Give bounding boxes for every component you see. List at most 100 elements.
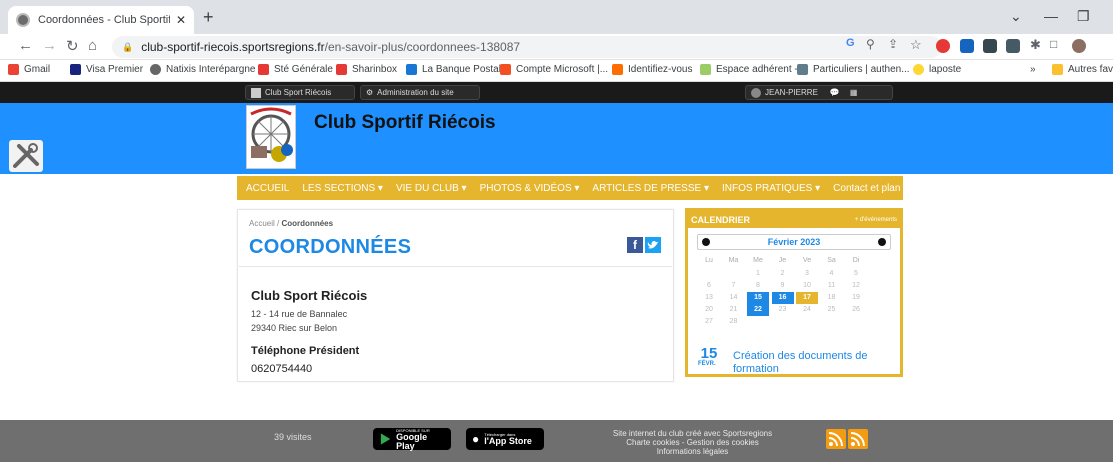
bookmark-star-icon[interactable]: ☆ (910, 37, 922, 53)
google-lens-icon[interactable]: G (846, 37, 855, 49)
credit-cookies[interactable]: Charte cookies - Gestion des cookies (560, 438, 825, 447)
credit-sportsregions[interactable]: Site internet du club créé avec Sportsre… (560, 429, 825, 438)
next-month-icon[interactable] (878, 238, 886, 246)
profile-avatar[interactable] (1072, 39, 1086, 53)
side-panel-icon[interactable]: □ (1050, 37, 1057, 51)
rss-feed-icon[interactable] (848, 429, 868, 449)
bookmark-visa[interactable]: Visa Premier (70, 64, 143, 75)
tab-search-icon[interactable]: ⌄ (1010, 8, 1022, 25)
site-home-link[interactable]: Club Sport Riécois (245, 85, 355, 100)
credit-legal[interactable]: Informations légales (560, 447, 825, 456)
calendar-day[interactable]: 24 (796, 304, 818, 316)
prev-month-icon[interactable] (702, 238, 710, 246)
browser-tab[interactable]: Coordonnées - Club Sportif Riéco ✕ (8, 6, 194, 34)
minimize-icon[interactable]: — (1044, 8, 1058, 24)
calendar-day[interactable]: 15 (747, 292, 769, 304)
calendar-day[interactable]: 7 (723, 280, 745, 292)
club-logo[interactable] (246, 105, 296, 169)
user-menu[interactable]: JEAN-PIERRE 💬 ▦ (745, 85, 893, 100)
opera-extension-icon[interactable] (936, 39, 950, 53)
club-logo-image (250, 107, 293, 162)
url-field[interactable]: 🔒 club-sportif-riecois.sportsregions.fr /… (112, 36, 942, 58)
menu-item-infos-pratiques[interactable]: INFOS PRATIQUES ▾ (722, 183, 820, 194)
calendar-day[interactable]: 6 (698, 280, 720, 292)
rss-icon[interactable] (826, 429, 846, 449)
calendar-icon[interactable]: ▦ (850, 88, 858, 97)
extension-badge-icon[interactable] (1006, 39, 1020, 53)
more-events-link[interactable]: + d'événements (855, 217, 897, 223)
calendar-day[interactable]: 21 (723, 304, 745, 316)
bookmark-sharinbox[interactable]: Sharinbox (336, 64, 397, 75)
bookmark-gmail[interactable]: Gmail (8, 64, 50, 75)
menu-item-photos-videos[interactable]: PHOTOS & VIDÉOS ▾ (480, 183, 580, 194)
calendar-day[interactable]: 20 (698, 304, 720, 316)
admin-link[interactable]: ⚙ Administration du site (360, 85, 480, 100)
new-tab-icon[interactable]: + (203, 7, 214, 28)
bookmark-espace-adherent[interactable]: Espace adhérent -... (700, 64, 806, 75)
calendar-day[interactable]: 3 (796, 268, 818, 280)
menu-item-sections[interactable]: LES SECTIONS ▾ (302, 183, 383, 194)
forward-icon[interactable]: → (42, 37, 57, 54)
menu-item-accueil[interactable]: ACCUEIL (246, 183, 289, 194)
restore-icon[interactable]: ❐ (1077, 8, 1090, 25)
twitter-icon[interactable] (645, 237, 661, 253)
calendar-day[interactable]: 22 (747, 304, 769, 316)
calendar-day[interactable]: 26 (845, 304, 867, 316)
current-month: Février 2023 (767, 237, 821, 247)
share-icon[interactable]: ⇪ (888, 37, 898, 51)
extension-dark-icon[interactable] (983, 39, 997, 53)
back-icon[interactable]: ← (18, 37, 33, 54)
calendar-day[interactable]: 13 (698, 292, 720, 304)
menu-item-articles-presse[interactable]: ARTICLES DE PRESSE ▾ (592, 183, 709, 194)
calendar-day[interactable]: 11 (821, 280, 843, 292)
facebook-icon[interactable]: f (627, 237, 643, 253)
calendar-day[interactable]: 9 (772, 280, 794, 292)
calendar-day[interactable]: 2 (772, 268, 794, 280)
calendar-day[interactable]: 14 (723, 292, 745, 304)
calendar-day[interactable]: 12 (845, 280, 867, 292)
tab-title: Coordonnées - Club Sportif Riéco (38, 14, 170, 26)
calendar-day[interactable]: 27 (698, 316, 720, 328)
home-icon[interactable]: ⌂ (88, 37, 97, 54)
bookmark-banque-postale[interactable]: La Banque Postale (406, 64, 507, 75)
calendar-day[interactable]: 28 (723, 316, 745, 328)
calendar-day[interactable]: 1 (747, 268, 769, 280)
calendar-day[interactable]: 17 (796, 292, 818, 304)
tools-icon[interactable] (9, 140, 43, 172)
calendar-day[interactable]: 8 (747, 280, 769, 292)
reload-icon[interactable]: ↻ (66, 37, 79, 55)
menu-item-contact[interactable]: Contact et plan (833, 183, 900, 194)
extensions-puzzle-icon[interactable]: ✱ (1030, 37, 1041, 53)
address-line-2: 29340 Riec sur Belon (251, 323, 338, 333)
breadcrumb-home[interactable]: Accueil (249, 219, 275, 228)
bookmark-identifiez[interactable]: Identifiez-vous (612, 64, 692, 75)
calendar-day[interactable]: 4 (821, 268, 843, 280)
chat-icon[interactable]: 💬 (830, 88, 840, 97)
extension-blue-icon[interactable] (960, 39, 974, 53)
calendar-day[interactable]: 5 (845, 268, 867, 280)
bookmark-particuliers[interactable]: Particuliers | authen... (797, 64, 910, 75)
bookmark-folder-autres[interactable]: Autres favo (1052, 64, 1113, 75)
bookmark-sg[interactable]: Sté Générale (258, 64, 333, 75)
calendar-day[interactable]: 25 (821, 304, 843, 316)
menu-item-vie-du-club[interactable]: VIE DU CLUB ▾ (396, 183, 467, 194)
calendar-day[interactable]: 19 (845, 292, 867, 304)
zoom-icon[interactable]: ⚲ (866, 37, 875, 51)
event-title[interactable]: Création des documents de formation (733, 350, 895, 376)
google-play-badge[interactable]: DISPONIBLE SUR Google Play (373, 428, 451, 450)
footer-credits: Site internet du club créé avec Sportsre… (560, 429, 825, 456)
address-line-1: 12 - 14 rue de Bannalec (251, 309, 348, 319)
calendar-day[interactable]: 10 (796, 280, 818, 292)
bookmark-microsoft[interactable]: Compte Microsoft |... (500, 64, 608, 75)
app-store-badge[interactable]: ● Télécharger dans l'App Store (466, 428, 544, 450)
close-tab-icon[interactable]: ✕ (176, 13, 186, 27)
bookmarks-overflow-icon[interactable]: » (1030, 64, 1036, 75)
calendar-day[interactable]: 18 (821, 292, 843, 304)
calendar-day[interactable]: 23 (772, 304, 794, 316)
site-title[interactable]: Club Sportif Riécois (314, 112, 496, 134)
calendar-day[interactable]: 16 (771, 292, 794, 304)
browser-tab-bar: Coordonnées - Club Sportif Riéco ✕ + ⌄ —… (0, 0, 1113, 34)
weekday-header: Di (852, 257, 860, 264)
bookmark-laposte[interactable]: laposte (913, 64, 961, 75)
bookmark-natixis[interactable]: Natixis Interépargne (150, 64, 256, 75)
